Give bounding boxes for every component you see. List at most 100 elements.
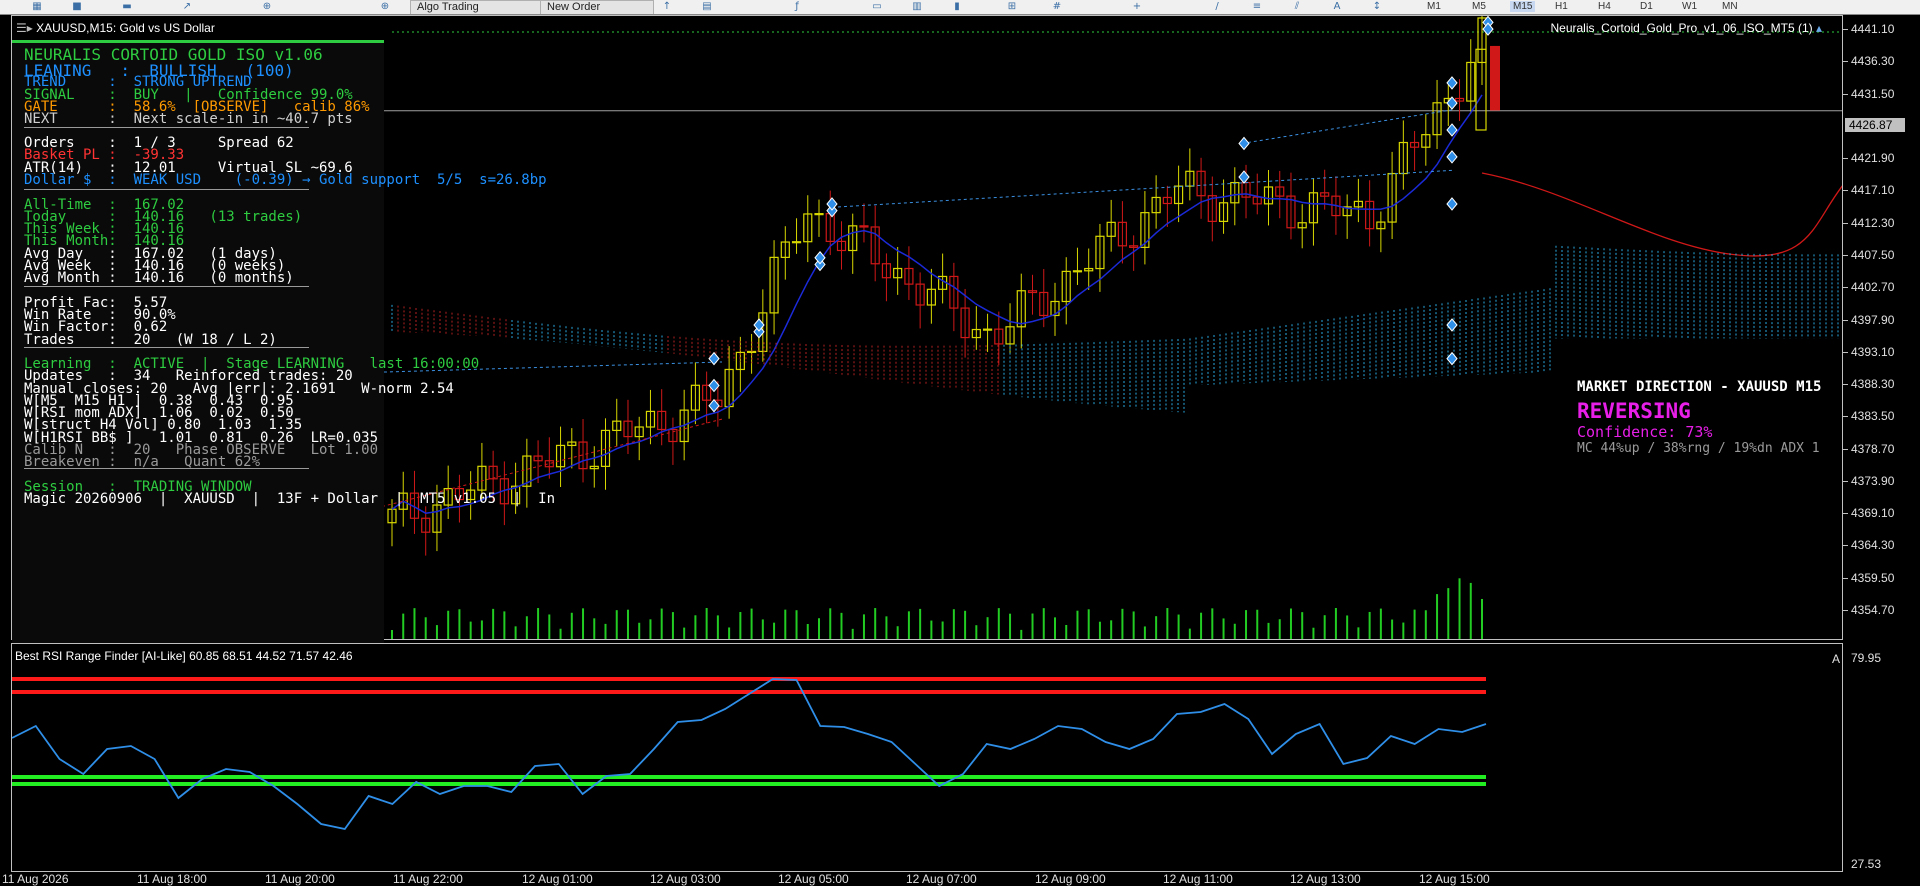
zoom-in-icon[interactable]: ⊞ [1005, 1, 1019, 12]
trade-marker-icon [1238, 136, 1250, 151]
price-tick [1843, 513, 1848, 515]
moving-average-line [391, 94, 1483, 514]
cursor-icon[interactable]: + [1130, 1, 1144, 12]
tf-mn[interactable]: MN [1722, 1, 1738, 12]
time-label: 12 Aug 11:00 [1163, 872, 1233, 886]
price-tick [1843, 93, 1848, 95]
price-tick [1843, 287, 1848, 289]
time-label: 11 Aug 18:00 [137, 872, 207, 886]
objects-icon[interactable]: ▭ [870, 1, 884, 12]
trade-marker-icon [1446, 197, 1458, 211]
tf-m15[interactable]: M15 [1510, 1, 1536, 12]
tf-h1[interactable]: H1 [1555, 1, 1568, 12]
hud-separator [24, 347, 309, 348]
price-label: 4378.70 [1851, 441, 1895, 456]
rsi-max-label: 79.95 [1851, 651, 1882, 665]
time-label: 12 Aug 01:00 [522, 872, 593, 886]
hud-separator [24, 468, 309, 469]
price-label: 4407.50 [1851, 247, 1895, 262]
text-tool-icon[interactable]: A [1330, 1, 1344, 12]
indicators-icon[interactable]: ƒ [790, 1, 804, 12]
price-tick [1843, 319, 1848, 321]
line-tool-icon[interactable]: / [1210, 1, 1224, 12]
chart-menu-icon[interactable]: ☰▸ [16, 21, 36, 35]
bar-chart-icon[interactable]: ▥ [910, 1, 924, 12]
hud-separator [24, 286, 309, 287]
tf-m1[interactable]: M1 [1427, 1, 1441, 12]
hud-line: Dollar $ : WEAK USD (-0.39) → Gold suppo… [24, 172, 547, 188]
arrow-tool-icon[interactable]: ↕ [1370, 1, 1384, 12]
trade-marker-icon [1446, 318, 1458, 332]
price-tick [1843, 448, 1848, 450]
price-label: 4364.30 [1851, 538, 1895, 553]
candle-chart-icon[interactable]: ▮ [950, 1, 964, 12]
market-direction-title: MARKET DIRECTION - XAUUSD M15 [1577, 379, 1822, 395]
price-axis[interactable]: 79.95 27.53 4441.10 4436.30 4431.50 4421.90… [1843, 15, 1920, 872]
ea-name: Neuralis_Cortoid_Gold_Pro_v1_06_ISO_MT5 … [1550, 21, 1822, 35]
top-toolbar: ▦ ■ ▬ ↗ ⊕ ⊕ Algo Trading New Order ↑ ▤ ƒ… [0, 0, 1920, 15]
price-label: 4421.90 [1851, 151, 1895, 166]
price-tick [1843, 254, 1848, 256]
price-tick [1843, 545, 1848, 547]
price-label: 4354.70 [1851, 603, 1895, 617]
price-label: 4436.30 [1851, 54, 1895, 69]
fibo-icon[interactable]: ≡ [1250, 1, 1264, 12]
price-tick [1843, 351, 1848, 353]
candle-body [982, 328, 993, 331]
grid-icon[interactable]: # [1050, 1, 1064, 12]
candle-body [814, 213, 824, 216]
save-icon[interactable]: ■ [70, 1, 84, 12]
rsi-min-label: 27.53 [1851, 857, 1882, 871]
channel-icon[interactable]: ⫽ [1290, 1, 1304, 12]
price-tick [1843, 384, 1848, 386]
price-tick [1843, 158, 1848, 160]
folder-icon[interactable]: ▬ [120, 1, 134, 12]
trend-dotted-line [1241, 109, 1453, 144]
price-label: 4373.90 [1851, 473, 1895, 488]
market-direction-detail: MC 44%up / 38%rng / 19%dn ADX 1 [1577, 441, 1820, 456]
forecast-line [1481, 172, 1842, 257]
rsi-corner-label: A [1831, 652, 1840, 666]
tf-h4[interactable]: H4 [1598, 1, 1611, 12]
time-label: 12 Aug 05:00 [778, 872, 849, 886]
rsi-chart[interactable] [12, 644, 1843, 872]
current-price-label: 4426.87 [1845, 117, 1905, 132]
zoom-icon[interactable]: ⊕ [260, 1, 274, 12]
symbol-title: ☰▸ XAUUSD,M15: Gold vs US Dollar [16, 21, 215, 35]
time-label: 11 Aug 2026 [2, 872, 69, 886]
hud-line: Magic 20260906 | XAUUSD | 13F + Dollar |… [24, 491, 556, 507]
add-icon[interactable]: ⊕ [378, 1, 392, 12]
time-label: 12 Aug 09:00 [1035, 872, 1106, 886]
hud-line: NEXT : Next scale-in in ~40.7 pts [24, 111, 353, 127]
rsi-title: Best RSI Range Finder [AI-Like] 60.85 68… [15, 649, 353, 663]
price-tick [1843, 416, 1848, 418]
hud-separator [24, 127, 309, 128]
new-order-button[interactable]: New Order [540, 0, 654, 14]
hud-line: NEURALIS CORTOID GOLD ISO v1.06 [24, 45, 323, 64]
chart-tools-icon[interactable]: ↗ [180, 1, 194, 12]
algo-trading-button[interactable]: Algo Trading [410, 0, 544, 14]
trade-history-icon[interactable]: ▤ [700, 1, 714, 12]
price-tick [1843, 222, 1848, 224]
price-label: 4412.30 [1851, 215, 1895, 230]
market-direction-panel: MARKET DIRECTION - XAUUSD M15 REVERSING … [1577, 379, 1821, 456]
rsi-subwindow[interactable]: Best RSI Range Finder [AI-Like] 60.85 68… [11, 643, 1843, 872]
price-tick [1843, 61, 1848, 63]
ea-dashboard-panel: NEURALIS CORTOID GOLD ISO v1.06 LEANING :… [12, 40, 555, 643]
time-label: 12 Aug 03:00 [650, 872, 721, 886]
new-chart-icon[interactable]: ▦ [30, 1, 44, 12]
tf-w1[interactable]: W1 [1682, 1, 1697, 12]
trade-up-icon[interactable]: ↑ [660, 1, 674, 12]
time-label: 12 Aug 15:00 [1419, 872, 1490, 886]
tf-m5[interactable]: M5 [1472, 1, 1486, 12]
price-label: 4431.50 [1851, 86, 1895, 101]
price-label: 4397.90 [1851, 312, 1895, 327]
price-label: 4359.50 [1851, 570, 1895, 585]
symbol-title-text: XAUUSD,M15: Gold vs US Dollar [36, 21, 215, 35]
ea-hat-icon[interactable]: ▴ [1816, 21, 1822, 35]
price-tick [1843, 577, 1848, 579]
tf-d1[interactable]: D1 [1640, 1, 1653, 12]
time-axis[interactable]: 11 Aug 2026 11 Aug 18:00 11 Aug 20:00 11 Au… [0, 872, 1843, 886]
price-label: 4393.10 [1851, 344, 1895, 359]
algo-trading-label: Algo Trading [417, 1, 479, 13]
